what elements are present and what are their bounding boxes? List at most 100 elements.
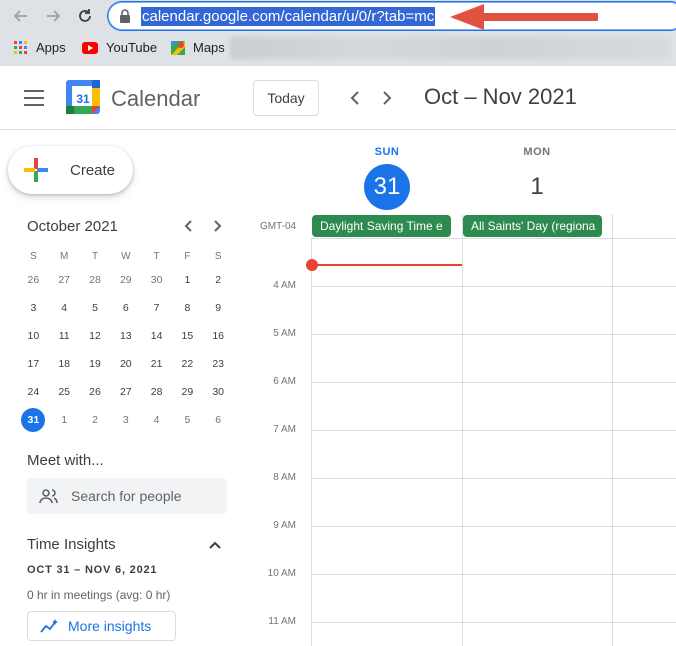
mini-calendar-week: 24 25 26 27 28 29 30 [18, 378, 234, 406]
day-label: 9 [215, 302, 222, 314]
weekday-header: W [121, 250, 131, 262]
mini-calendar-day[interactable]: 28 [80, 266, 111, 294]
day-label: 27 [58, 274, 71, 286]
url-text[interactable]: calendar.google.com/calendar/u/0/r?tab=m… [141, 7, 436, 26]
day-of-week: SUN [374, 146, 400, 158]
day-label: 10 [27, 330, 40, 342]
chevron-left-icon [184, 220, 192, 232]
mini-calendar-day[interactable]: 29 [172, 378, 203, 406]
mini-calendar-day[interactable]: 3 [110, 406, 141, 434]
mini-calendar-day[interactable]: 6 [203, 406, 234, 434]
mini-calendar-day[interactable]: 29 [110, 266, 141, 294]
mini-calendar-day[interactable]: 3 [18, 294, 49, 322]
day-label: 12 [89, 330, 101, 342]
mini-calendar-day-selected[interactable]: 31 [18, 406, 49, 434]
mini-calendar-day[interactable]: 8 [172, 294, 203, 322]
time-insights-collapse-button[interactable] [206, 536, 224, 554]
mini-calendar-day[interactable]: 23 [203, 350, 234, 378]
mini-calendar-day[interactable]: 2 [203, 266, 234, 294]
day-number-today[interactable]: 31 [364, 164, 410, 210]
day-label: 5 [92, 302, 98, 314]
mini-calendar-day[interactable]: 28 [141, 378, 172, 406]
hour-label: 5 AM [273, 328, 296, 339]
mini-calendar-day[interactable]: 27 [110, 378, 141, 406]
mini-calendar-day[interactable]: 25 [49, 378, 80, 406]
forward-arrow-icon [47, 10, 61, 22]
mini-calendar-day[interactable]: 9 [203, 294, 234, 322]
people-icon [39, 488, 59, 504]
day-label: 19 [89, 358, 101, 370]
mini-calendar-day[interactable]: 22 [172, 350, 203, 378]
mini-calendar-day[interactable]: 5 [80, 294, 111, 322]
bookmark-apps[interactable]: Apps [14, 40, 66, 55]
today-button[interactable]: Today [253, 80, 319, 116]
mini-calendar-day[interactable]: 17 [18, 350, 49, 378]
mini-calendar-day[interactable]: 18 [49, 350, 80, 378]
mini-calendar-day[interactable]: 15 [172, 322, 203, 350]
day-label: 30 [212, 386, 225, 398]
next-period-button[interactable] [375, 86, 399, 110]
mini-calendar-day[interactable]: 5 [172, 406, 203, 434]
mini-calendar-day[interactable]: 21 [141, 350, 172, 378]
search-people-placeholder: Search for people [71, 488, 182, 504]
mini-calendar-day[interactable]: 1 [49, 406, 80, 434]
mini-calendar-prev-button[interactable] [180, 218, 196, 234]
reload-button[interactable] [74, 5, 96, 27]
bookmark-label: Maps [193, 40, 225, 55]
lock-icon [120, 9, 130, 23]
bookmark-youtube[interactable]: YouTube [82, 40, 157, 55]
mini-calendar-title: October 2021 [27, 218, 118, 235]
mini-calendar-day[interactable]: 19 [80, 350, 111, 378]
day-number[interactable]: 1 [514, 164, 560, 210]
meet-with-title: Meet with... [27, 452, 104, 469]
back-arrow-icon [13, 10, 27, 22]
mini-calendar-week: 3 4 5 6 7 8 9 [18, 294, 234, 322]
mini-calendar-day[interactable]: 30 [203, 378, 234, 406]
mini-calendar-day[interactable]: 30 [141, 266, 172, 294]
more-insights-button[interactable]: More insights [27, 611, 176, 641]
mini-calendar-day[interactable]: 7 [141, 294, 172, 322]
all-day-event[interactable]: All Saints' Day (regiona [463, 215, 602, 237]
create-button[interactable]: Create [8, 146, 133, 194]
date-range-title: Oct – Nov 2021 [424, 84, 577, 109]
day-label: 3 [122, 414, 129, 426]
day-label: 23 [212, 358, 225, 370]
hour-label: 6 AM [273, 376, 296, 387]
mini-calendar-day[interactable]: 10 [18, 322, 49, 350]
mini-calendar-day[interactable]: 13 [110, 322, 141, 350]
mini-calendar-next-button[interactable] [210, 218, 226, 234]
mini-calendar-day[interactable]: 2 [80, 406, 111, 434]
mini-calendar-grid: S M T W T F S 26 27 28 29 30 1 2 3 4 5 6 7 8 9 10 11 12 13 14 15 16… [18, 246, 234, 434]
day-label: 31 [21, 408, 46, 432]
mini-calendar-day[interactable]: 11 [49, 322, 80, 350]
all-day-event[interactable]: Daylight Saving Time e [312, 215, 451, 237]
day-label: 18 [58, 358, 71, 370]
mini-calendar-day[interactable]: 4 [49, 294, 80, 322]
mini-calendar-day[interactable]: 14 [141, 322, 172, 350]
mini-calendar-day[interactable]: 6 [110, 294, 141, 322]
day-header-sun[interactable]: SUN 31 [312, 146, 462, 210]
mini-calendar-day[interactable]: 27 [49, 266, 80, 294]
column-divider [311, 238, 312, 646]
mini-calendar-day[interactable]: 20 [110, 350, 141, 378]
mini-calendar-day[interactable]: 4 [141, 406, 172, 434]
mini-calendar-day[interactable]: 26 [80, 378, 111, 406]
day-header-mon[interactable]: MON 1 [462, 146, 612, 210]
mini-calendar-day[interactable]: 24 [18, 378, 49, 406]
bookmark-maps[interactable]: Maps [171, 40, 225, 55]
previous-period-button[interactable] [343, 86, 367, 110]
weekday-header: T [91, 250, 99, 262]
create-label: Create [70, 161, 116, 179]
day-label: 20 [119, 358, 132, 370]
mini-calendar-day[interactable]: 1 [172, 266, 203, 294]
app-title: Calendar [111, 86, 201, 111]
forward-button[interactable] [42, 5, 64, 27]
search-people-input[interactable]: Search for people [27, 478, 227, 514]
back-button[interactable] [10, 5, 32, 27]
day-label: 1 [184, 274, 191, 286]
main-menu-button[interactable] [24, 90, 44, 106]
mini-calendar-day[interactable]: 16 [203, 322, 234, 350]
day-label: 3 [30, 302, 37, 314]
mini-calendar-day[interactable]: 26 [18, 266, 49, 294]
mini-calendar-day[interactable]: 12 [80, 322, 111, 350]
